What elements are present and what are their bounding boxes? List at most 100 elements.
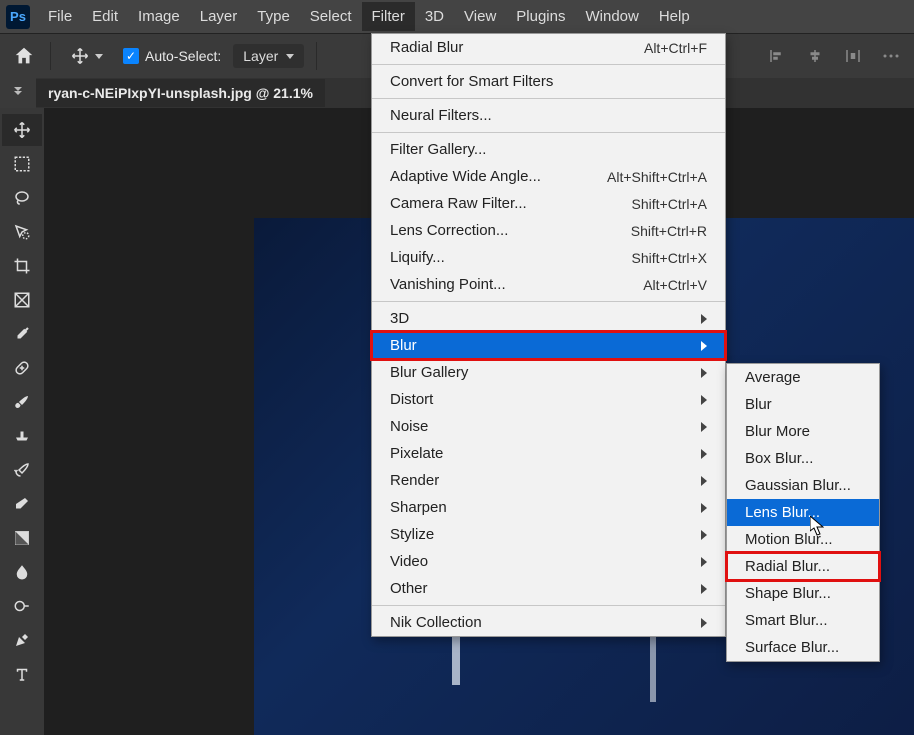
menu-item-label: Blur Gallery [390,364,468,381]
submenu-item-label: Radial Blur... [745,558,830,575]
type-tool[interactable] [2,658,42,690]
menu-item-video[interactable]: Video [372,548,725,575]
layer-dropdown-label: Layer [243,48,278,64]
menu-window[interactable]: Window [575,2,648,31]
move-icon [71,47,89,65]
submenu-item-label: Blur More [745,423,810,440]
menu-item-nik-collection[interactable]: Nik Collection [372,609,725,636]
submenu-item-average[interactable]: Average [727,364,879,391]
eraser-tool[interactable] [2,488,42,520]
healing-tool[interactable] [2,352,42,384]
align-left-icon[interactable] [764,43,790,69]
app-logo-icon: Ps [6,5,30,29]
lasso-tool[interactable] [2,182,42,214]
submenu-item-label: Gaussian Blur... [745,477,851,494]
menu-item-other[interactable]: Other [372,575,725,602]
menu-shortcut: Shift+Ctrl+X [632,250,707,266]
submenu-item-lens-blur[interactable]: Lens Blur... [727,499,879,526]
submenu-item-blur[interactable]: Blur [727,391,879,418]
submenu-item-blur-more[interactable]: Blur More [727,418,879,445]
gradient-tool[interactable] [2,522,42,554]
menu-item-noise[interactable]: Noise [372,413,725,440]
history-brush-tool[interactable] [2,454,42,486]
menu-select[interactable]: Select [300,2,362,31]
menu-layer[interactable]: Layer [190,2,248,31]
menu-view[interactable]: View [454,2,506,31]
blur-tool[interactable] [2,556,42,588]
frame-tool[interactable] [2,284,42,316]
tab-expand-icon[interactable] [0,78,36,108]
submenu-item-radial-blur[interactable]: Radial Blur... [727,553,879,580]
document-tab[interactable]: ryan-c-NEiPIxpYI-unsplash.jpg @ 21.1% [36,79,325,107]
menu-item[interactable]: Camera Raw Filter...Shift+Ctrl+A [372,190,725,217]
layer-dropdown[interactable]: Layer [233,44,304,68]
menu-item-stylize[interactable]: Stylize [372,521,725,548]
submenu-item-motion-blur[interactable]: Motion Blur... [727,526,879,553]
menu-edit[interactable]: Edit [82,2,128,31]
menu-item-pixelate[interactable]: Pixelate [372,440,725,467]
menu-item-label: Noise [390,418,428,435]
menu-item-convert-smart[interactable]: Convert for Smart Filters [372,68,725,95]
menu-separator [372,64,725,65]
home-icon[interactable] [10,42,38,70]
menu-item-label: Sharpen [390,499,447,516]
menu-separator [372,605,725,606]
menu-item[interactable]: Lens Correction...Shift+Ctrl+R [372,217,725,244]
crop-tool[interactable] [2,250,42,282]
menu-separator [372,301,725,302]
menu-file[interactable]: File [38,2,82,31]
menu-3d[interactable]: 3D [415,2,454,31]
distribute-icon[interactable] [840,43,866,69]
clone-stamp-tool[interactable] [2,420,42,452]
menu-item-label: Neural Filters... [390,107,492,124]
submenu-item-shape-blur[interactable]: Shape Blur... [727,580,879,607]
submenu-item-gaussian-blur[interactable]: Gaussian Blur... [727,472,879,499]
menu-shortcut: Alt+Ctrl+V [643,277,707,293]
menu-item-label: Camera Raw Filter... [390,195,527,212]
submenu-item-label: Blur [745,396,772,413]
menu-item-label: Radial Blur [390,39,463,56]
menu-filter[interactable]: Filter [362,2,415,31]
submenu-item-surface-blur[interactable]: Surface Blur... [727,634,879,661]
menu-item[interactable]: Vanishing Point...Alt+Ctrl+V [372,271,725,298]
menu-item-blur[interactable]: Blur [372,332,725,359]
dodge-tool[interactable] [2,590,42,622]
submenu-item-smart-blur[interactable]: Smart Blur... [727,607,879,634]
menu-item-neural-filters[interactable]: Neural Filters... [372,102,725,129]
pen-tool[interactable] [2,624,42,656]
checkbox-checked-icon[interactable]: ✓ [123,48,139,64]
menu-shortcut: Alt+Shift+Ctrl+A [607,169,707,185]
quick-select-tool[interactable] [2,216,42,248]
tool-panel [0,108,44,735]
submenu-item-label: Surface Blur... [745,639,839,656]
menu-item-last-filter[interactable]: Radial Blur Alt+Ctrl+F [372,34,725,61]
menu-item-3d[interactable]: 3D [372,305,725,332]
chevron-down-icon[interactable] [95,54,103,59]
more-icon[interactable] [878,43,904,69]
marquee-tool[interactable] [2,148,42,180]
submenu-item-box-blur[interactable]: Box Blur... [727,445,879,472]
menu-item[interactable]: Filter Gallery... [372,136,725,163]
menu-item-render[interactable]: Render [372,467,725,494]
menu-item-sharpen[interactable]: Sharpen [372,494,725,521]
brush-tool[interactable] [2,386,42,418]
menu-image[interactable]: Image [128,2,190,31]
menu-shortcut: Alt+Ctrl+F [644,40,707,56]
align-center-icon[interactable] [802,43,828,69]
menu-item-blur-gallery[interactable]: Blur Gallery [372,359,725,386]
auto-select-label: Auto-Select: [145,48,221,64]
auto-select-option[interactable]: ✓ Auto-Select: [123,48,221,64]
menu-help[interactable]: Help [649,2,700,31]
menu-plugins[interactable]: Plugins [506,2,575,31]
menu-item[interactable]: Liquify... Shift+Ctrl+X [372,244,725,271]
move-tool[interactable] [2,114,42,146]
eyedropper-tool[interactable] [2,318,42,350]
document-tab-title: ryan-c-NEiPIxpYI-unsplash.jpg @ 21.1% [48,85,313,101]
menu-bar: Ps FileEditImageLayerTypeSelectFilter3DV… [0,0,914,33]
menu-item-label: Nik Collection [390,614,482,631]
filter-menu-dropdown: Radial Blur Alt+Ctrl+F Convert for Smart… [371,33,726,637]
menu-item-distort[interactable]: Distort [372,386,725,413]
menu-item[interactable]: Adaptive Wide Angle...Alt+Shift+Ctrl+A [372,163,725,190]
menu-item-label: Liquify... [390,249,445,266]
menu-type[interactable]: Type [247,2,300,31]
